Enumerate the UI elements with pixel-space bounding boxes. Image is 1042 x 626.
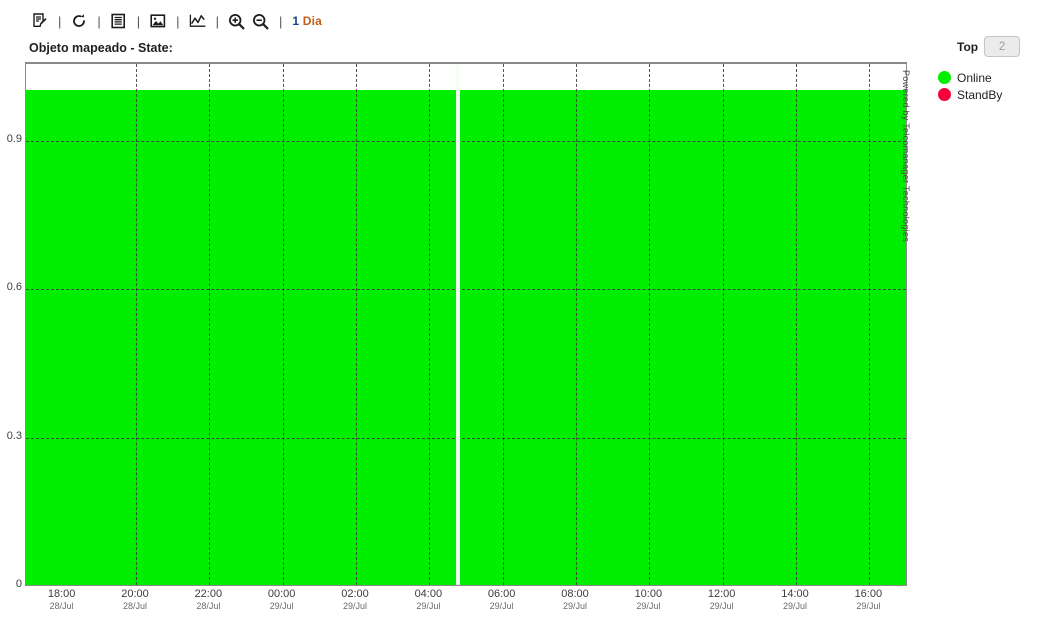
x-tick-time: 08:00 bbox=[561, 588, 589, 600]
legend-item[interactable]: Online bbox=[938, 69, 1002, 86]
x-tick-label: 08:00 29/Jul bbox=[561, 588, 589, 612]
refresh-icon[interactable] bbox=[67, 10, 91, 32]
gridline-vertical bbox=[649, 64, 651, 585]
x-tick-date: 28/Jul bbox=[49, 601, 74, 611]
gridline-vertical bbox=[356, 64, 357, 585]
zoom-in-icon[interactable] bbox=[225, 10, 249, 32]
y-tick-label: 0.3 bbox=[6, 429, 22, 442]
legend-label: Online bbox=[957, 70, 992, 85]
x-tick-date: 28/Jul bbox=[196, 601, 221, 611]
y-tick-label: 0.6 bbox=[6, 281, 22, 293]
x-tick-label: 14:00 29/Jul bbox=[781, 588, 809, 612]
x-tick-time: 14:00 bbox=[781, 588, 809, 600]
x-tick-time: 04:00 bbox=[414, 588, 443, 600]
zoom-out-icon[interactable] bbox=[249, 10, 273, 32]
y-tick-label: 0 bbox=[15, 578, 22, 590]
x-tick-label: 18:00 28/Jul bbox=[48, 588, 76, 612]
x-tick-date: 29/Jul bbox=[269, 601, 294, 611]
gridline-vertical bbox=[429, 64, 431, 585]
edit-report-icon[interactable] bbox=[28, 10, 52, 32]
toolbar-separator: | bbox=[215, 13, 219, 29]
x-tick-date: 29/Jul bbox=[342, 601, 368, 611]
x-tick-date: 29/Jul bbox=[856, 601, 881, 611]
x-tick-time: 02:00 bbox=[341, 588, 369, 600]
gridline-vertical bbox=[869, 64, 871, 585]
gridline-horizontal bbox=[26, 289, 906, 290]
x-tick-time: 16:00 bbox=[854, 588, 883, 600]
chart-title: Objeto mapeado - State: bbox=[29, 41, 173, 55]
top-label: Top bbox=[957, 39, 979, 54]
top-value-input[interactable] bbox=[984, 36, 1021, 57]
x-tick-date: 29/Jul bbox=[489, 601, 514, 611]
gridline-vertical bbox=[722, 64, 724, 585]
toolbar-separator: | bbox=[136, 13, 141, 29]
x-tick-date: 28/Jul bbox=[122, 601, 148, 611]
toolbar-separator: | bbox=[58, 13, 62, 29]
image-export-icon[interactable] bbox=[146, 10, 170, 32]
toolbar-separator: | bbox=[278, 13, 283, 29]
gridline-vertical bbox=[576, 64, 577, 585]
x-tick-label: 04:00 29/Jul bbox=[415, 588, 443, 612]
no-data-gap bbox=[456, 64, 460, 585]
x-tick-time: 06:00 bbox=[487, 588, 516, 600]
x-tick-label: 22:00 28/Jul bbox=[195, 588, 223, 612]
series-band-online bbox=[459, 90, 906, 585]
x-tick-time: 10:00 bbox=[634, 588, 663, 600]
toolbar-separator: | bbox=[97, 13, 101, 29]
gridline-horizontal bbox=[26, 437, 906, 439]
gridline-vertical bbox=[282, 64, 284, 585]
line-chart-icon[interactable] bbox=[186, 10, 210, 32]
gridline-horizontal bbox=[26, 140, 906, 142]
y-axis: 0 0.3 0.6 0.9 bbox=[0, 62, 22, 591]
x-tick-label: 00:00 29/Jul bbox=[268, 588, 296, 612]
x-tick-label: 16:00 29/Jul bbox=[855, 588, 883, 612]
legend-color-dot bbox=[938, 71, 951, 84]
x-tick-time: 20:00 bbox=[121, 588, 149, 600]
time-range-number: 1 bbox=[292, 14, 300, 28]
x-tick-label: 10:00 29/Jul bbox=[635, 588, 663, 612]
chart-plot-area[interactable] bbox=[25, 62, 907, 586]
x-tick-label: 02:00 29/Jul bbox=[341, 588, 369, 612]
gridline-vertical bbox=[209, 64, 211, 585]
gridline-vertical bbox=[136, 64, 137, 585]
time-range-label[interactable]: 1 Dia bbox=[288, 14, 322, 28]
top-control: Top bbox=[957, 36, 1021, 57]
x-tick-time: 18:00 bbox=[47, 588, 76, 600]
legend-label: StandBy bbox=[957, 87, 1003, 102]
x-tick-date: 29/Jul bbox=[562, 601, 588, 611]
gridline-vertical bbox=[796, 64, 797, 585]
series-band-online bbox=[26, 90, 457, 585]
x-tick-time: 22:00 bbox=[194, 588, 223, 600]
time-range-unit: Dia bbox=[302, 14, 323, 28]
legend-color-dot bbox=[938, 88, 951, 101]
x-tick-date: 29/Jul bbox=[416, 601, 441, 611]
x-tick-date: 29/Jul bbox=[782, 601, 808, 611]
plot-inner bbox=[26, 64, 906, 585]
chart-toolbar: | | | | | | 1 Dia bbox=[28, 9, 322, 33]
legend-item[interactable]: StandBy bbox=[938, 86, 1002, 103]
toolbar-separator: | bbox=[176, 13, 180, 29]
gridline-vertical bbox=[502, 64, 504, 585]
x-tick-time: 00:00 bbox=[267, 588, 296, 600]
x-tick-date: 29/Jul bbox=[709, 601, 734, 611]
powered-by-watermark: Powered by Telcomanager Technologies bbox=[901, 70, 911, 243]
x-axis: 18:00 28/Jul 20:00 28/Jul 22:00 28/Jul 00:00 29… bbox=[25, 588, 907, 622]
x-tick-time: 12:00 bbox=[707, 588, 736, 600]
chart-legend: Online StandBy bbox=[938, 69, 1002, 103]
table-view-icon[interactable] bbox=[107, 10, 131, 32]
y-tick-label: 0.9 bbox=[6, 132, 22, 145]
x-tick-label: 06:00 29/Jul bbox=[488, 588, 516, 612]
x-tick-date: 29/Jul bbox=[636, 601, 661, 611]
x-tick-label: 20:00 28/Jul bbox=[121, 588, 149, 612]
x-tick-label: 12:00 29/Jul bbox=[708, 588, 736, 612]
